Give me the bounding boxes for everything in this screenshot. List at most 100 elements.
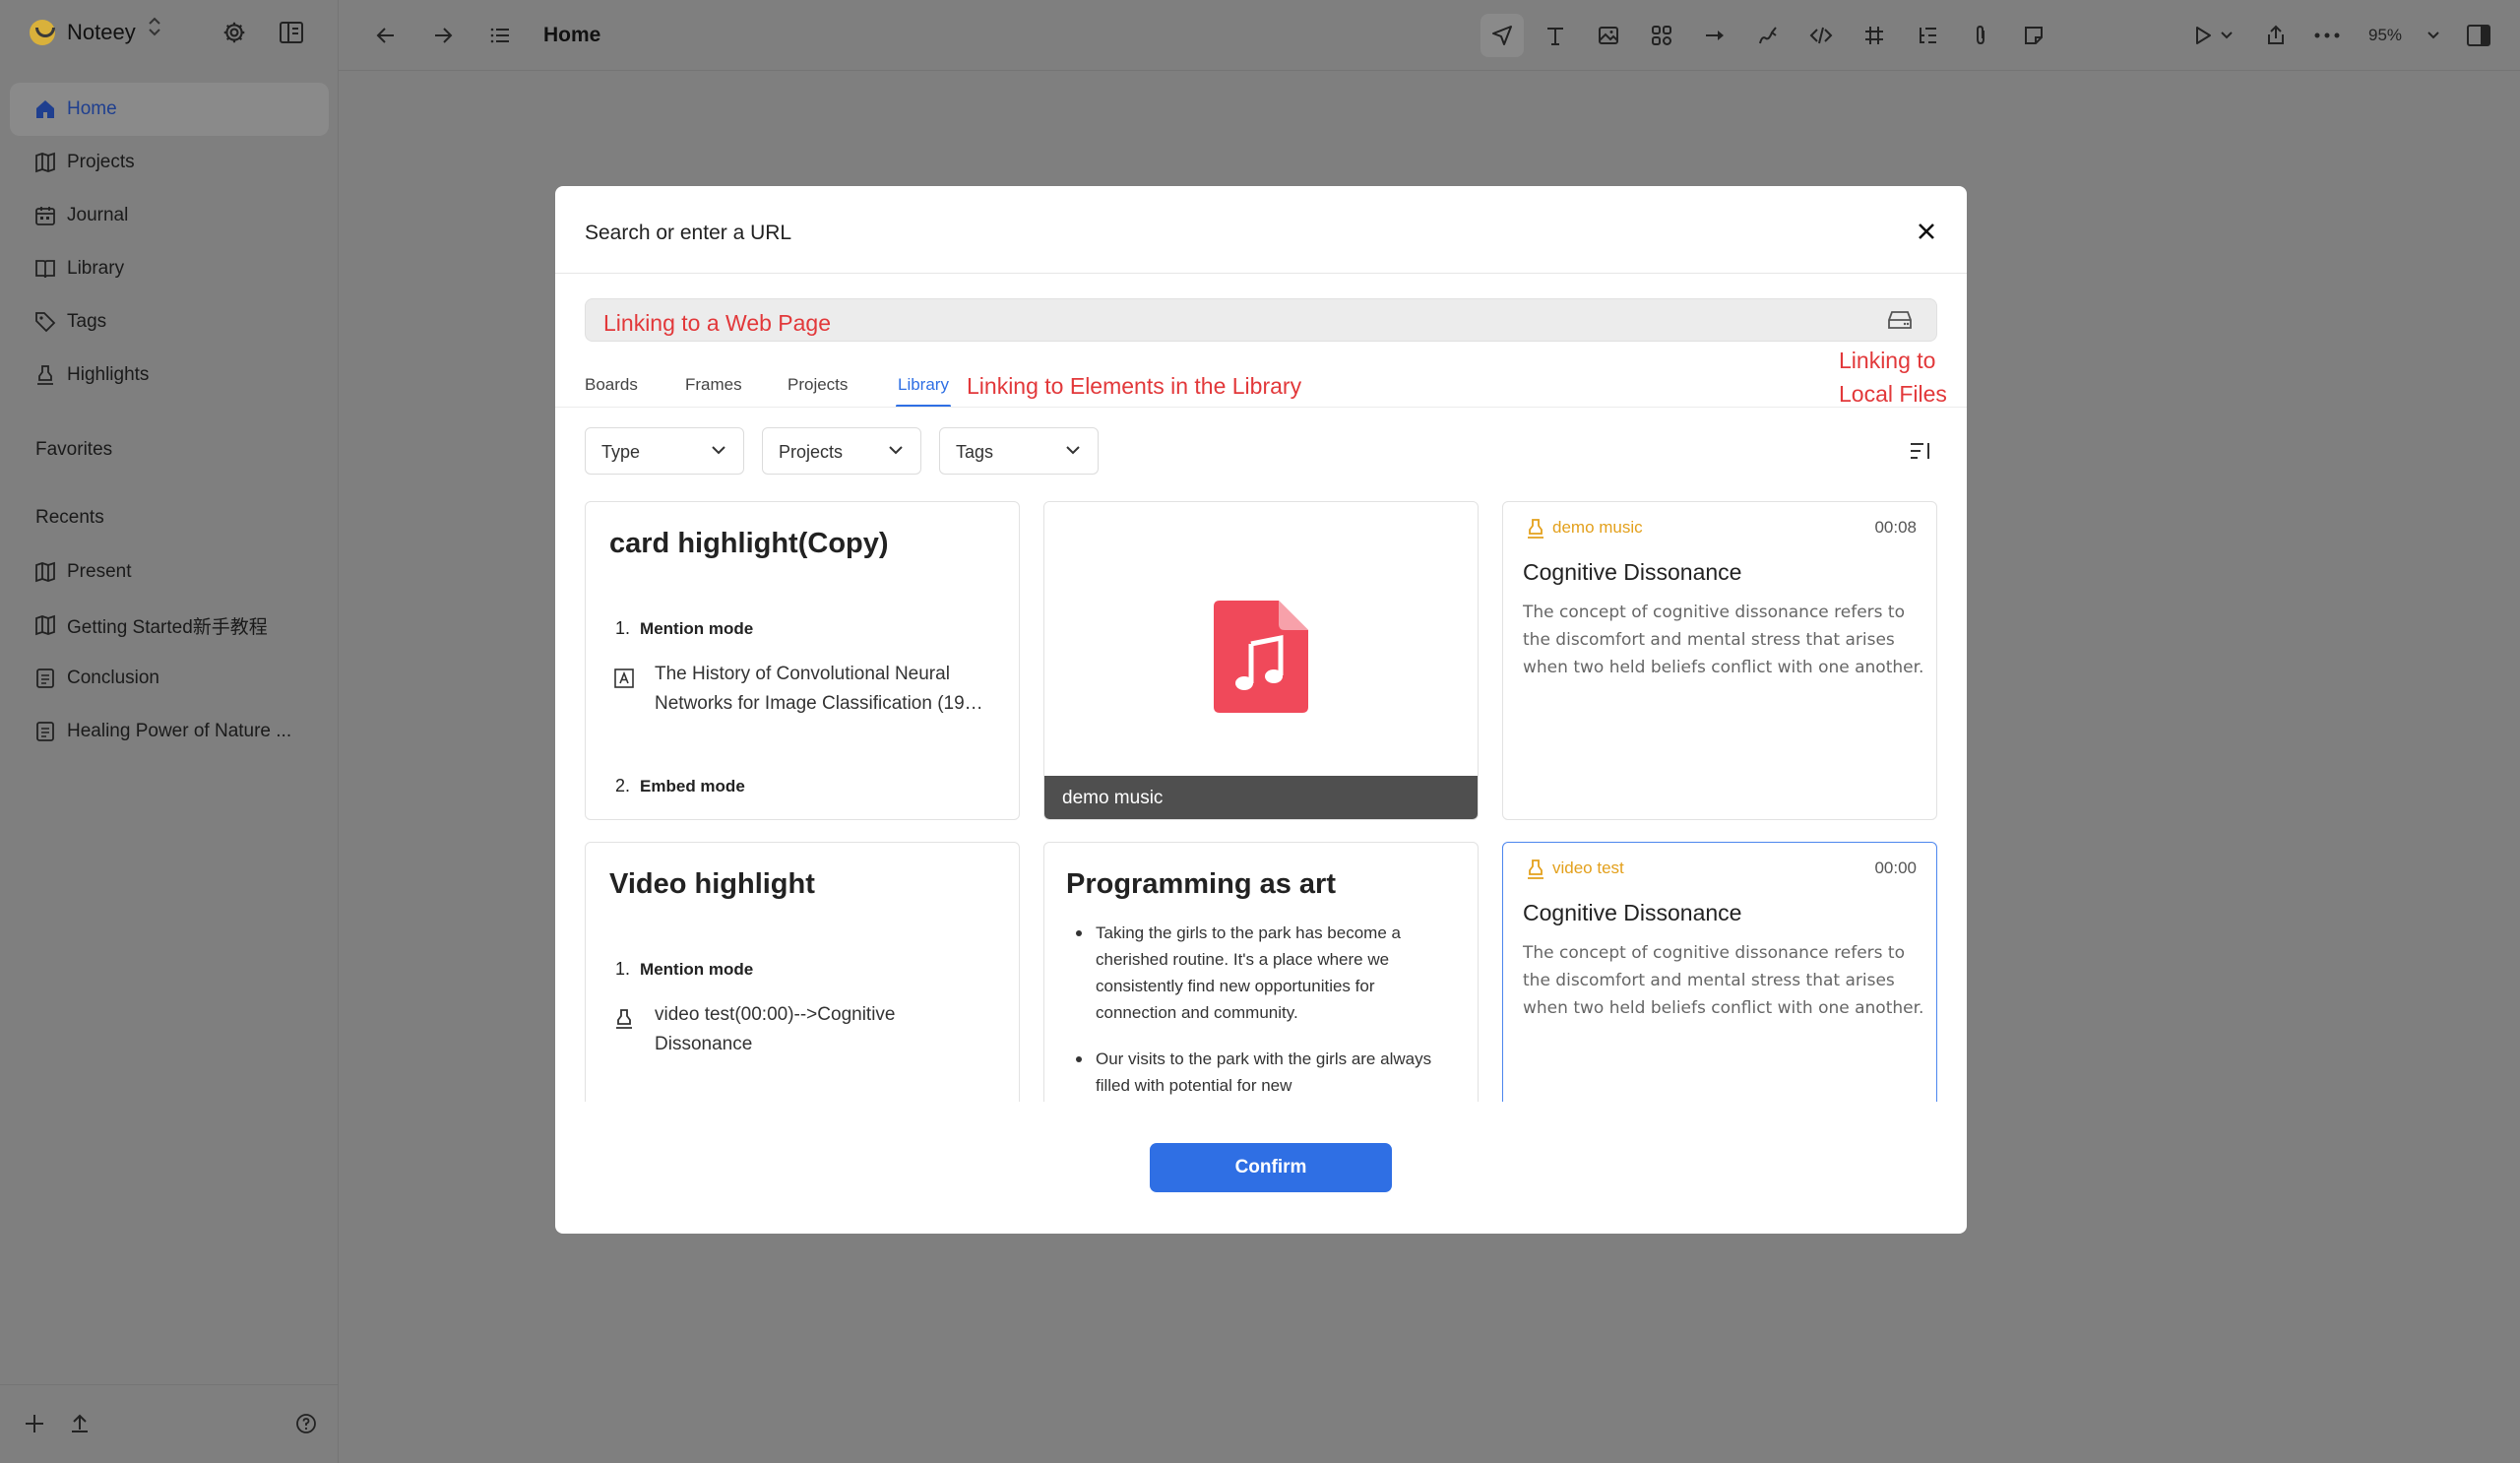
bullet-item: Our visits to the park with the girls ar… — [1076, 1046, 1440, 1099]
text-tool-icon[interactable] — [1540, 20, 1571, 51]
calendar-icon — [33, 204, 57, 227]
favorites-heading[interactable]: Favorites — [35, 439, 112, 461]
sidebar-item-tags[interactable]: Tags — [10, 295, 329, 349]
library-card-audio-highlight[interactable]: demo music 00:08 Cognitive Dissonance Th… — [1502, 501, 1937, 820]
recent-item-conclusion[interactable]: Conclusion — [10, 652, 329, 705]
top-toolbar: Home 95% — [339, 0, 2520, 71]
sort-icon[interactable] — [1906, 436, 1935, 466]
chevron-down-icon — [1064, 441, 1082, 459]
forward-arrow-icon[interactable] — [427, 20, 459, 51]
outline-tool-icon[interactable] — [1912, 20, 1943, 51]
music-file-icon — [1214, 601, 1308, 713]
sidebar-item-label: Journal — [67, 205, 129, 225]
library-card-video-test-highlight[interactable]: video test 00:00 Cognitive Dissonance Th… — [1502, 842, 1937, 1102]
map-icon — [33, 560, 57, 584]
sidebar-item-projects[interactable]: Projects — [10, 136, 329, 189]
filter-label: Tags — [956, 442, 994, 462]
close-icon[interactable] — [1909, 214, 1944, 249]
frame-tool-icon[interactable] — [1858, 20, 1890, 51]
home-icon — [33, 97, 57, 121]
library-card-card-highlight[interactable]: card highlight(Copy) 1. Mention mode The… — [585, 501, 1020, 820]
settings-gear-icon[interactable] — [220, 18, 249, 47]
sidebar-item-library[interactable]: Library — [10, 242, 329, 295]
play-presentation-icon[interactable] — [2187, 20, 2219, 51]
library-card-demo-music[interactable]: demo music — [1043, 501, 1479, 820]
attachment-tool-icon[interactable] — [1965, 20, 1996, 51]
recents-heading[interactable]: Recents — [35, 507, 104, 529]
recent-item-present[interactable]: Present — [10, 545, 329, 599]
annotation-local-files-line2: Local Files — [1839, 381, 1947, 407]
book-icon — [33, 257, 57, 281]
filter-type-dropdown[interactable]: Type — [585, 427, 744, 475]
help-icon[interactable] — [291, 1409, 321, 1438]
sidebar-item-label: Home — [67, 98, 117, 119]
map-icon — [33, 151, 57, 174]
add-icon[interactable] — [20, 1409, 49, 1438]
url-search-input[interactable]: Linking to a Web Page — [585, 298, 1937, 342]
document-icon — [33, 667, 57, 690]
recent-item-label: Conclusion — [67, 668, 159, 688]
list-number-text: 1. — [615, 959, 631, 979]
sidebar-item-label: Projects — [67, 152, 135, 172]
library-card-video-highlight[interactable]: Video highlight 1. Mention mode video te… — [585, 842, 1020, 1102]
confirm-button[interactable]: Confirm — [1150, 1143, 1392, 1192]
tab-projects[interactable]: Projects — [788, 375, 848, 395]
right-panel-toggle-icon[interactable] — [2463, 20, 2494, 51]
library-card-programming-as-art[interactable]: Programming as art Taking the girls to t… — [1043, 842, 1479, 1102]
back-arrow-icon[interactable] — [370, 20, 402, 51]
play-options-chevron-icon[interactable] — [2217, 20, 2236, 51]
pointer-tool-icon[interactable] — [1486, 20, 1518, 51]
list-item-label: Embed mode — [640, 777, 745, 795]
sidebar-toggle-icon[interactable] — [277, 18, 306, 47]
tag-icon — [33, 310, 57, 334]
sidebar-item-journal[interactable]: Journal — [10, 189, 329, 242]
pen-tool-icon[interactable] — [1752, 20, 1784, 51]
local-file-drive-icon[interactable] — [1887, 309, 1913, 331]
highlight-title: Cognitive Dissonance — [1523, 900, 1742, 925]
app-switcher-chevron-icon[interactable] — [148, 16, 161, 41]
bullet-item: Taking the girls to the park has become … — [1076, 920, 1440, 1026]
sidebar-item-home[interactable]: Home — [10, 83, 329, 136]
highlight-text: The concept of cognitive dissonance refe… — [1523, 943, 1924, 1018]
card-title: card highlight(Copy) — [609, 528, 889, 559]
recent-item-label: Getting Started新手教程 — [67, 616, 268, 638]
share-icon[interactable] — [2260, 20, 2292, 51]
tab-library[interactable]: Library — [898, 375, 949, 395]
sidebar-header: Noteey — [0, 0, 339, 69]
app-name[interactable]: Noteey — [67, 20, 136, 45]
list-number: 2. Embed mode — [615, 776, 745, 796]
filter-projects-dropdown[interactable]: Projects — [762, 427, 921, 475]
outline-list-icon[interactable] — [484, 20, 516, 51]
filter-label: Projects — [779, 442, 844, 462]
page-title: Home — [543, 24, 601, 46]
import-upload-icon[interactable] — [65, 1409, 94, 1438]
shapes-tool-icon[interactable] — [1646, 20, 1677, 51]
filter-tags-dropdown[interactable]: Tags — [939, 427, 1099, 475]
sidebar-item-label: Tags — [67, 311, 107, 332]
sidebar-item-highlights[interactable]: Highlights — [10, 349, 329, 402]
highlighter-icon — [1525, 859, 1546, 880]
list-number: 1. Mention mode — [615, 959, 753, 980]
code-tool-icon[interactable] — [1805, 20, 1837, 51]
arrow-tool-icon[interactable] — [1699, 20, 1731, 51]
tab-boards[interactable]: Boards — [585, 375, 638, 395]
highlighter-icon — [1525, 518, 1546, 540]
highlight-text: The concept of cognitive dissonance refe… — [1523, 603, 1924, 677]
highlighter-icon — [613, 1008, 635, 1030]
sidebar-item-label: Highlights — [67, 364, 150, 385]
zoom-level[interactable]: 95% — [2368, 26, 2402, 45]
recent-item-label: Present — [67, 561, 132, 582]
tab-frames[interactable]: Frames — [685, 375, 742, 395]
image-tool-icon[interactable] — [1593, 20, 1624, 51]
zoom-chevron-icon[interactable] — [2424, 20, 2443, 51]
library-results-grid: card highlight(Copy) 1. Mention mode The… — [585, 501, 1937, 1102]
link-dialog: Search or enter a URL Linking to a Web P… — [555, 186, 1967, 1234]
recent-item-getting-started[interactable]: Getting Started新手教程 — [10, 599, 329, 652]
highlight-timestamp: 00:08 — [1874, 518, 1917, 537]
sticky-note-tool-icon[interactable] — [2018, 20, 2049, 51]
highlight-title: Cognitive Dissonance — [1523, 559, 1742, 585]
more-options-icon[interactable] — [2311, 20, 2343, 51]
document-reference-icon — [613, 668, 635, 689]
music-preview — [1044, 502, 1478, 776]
recent-item-healing-power[interactable]: Healing Power of Nature ... — [10, 705, 329, 758]
